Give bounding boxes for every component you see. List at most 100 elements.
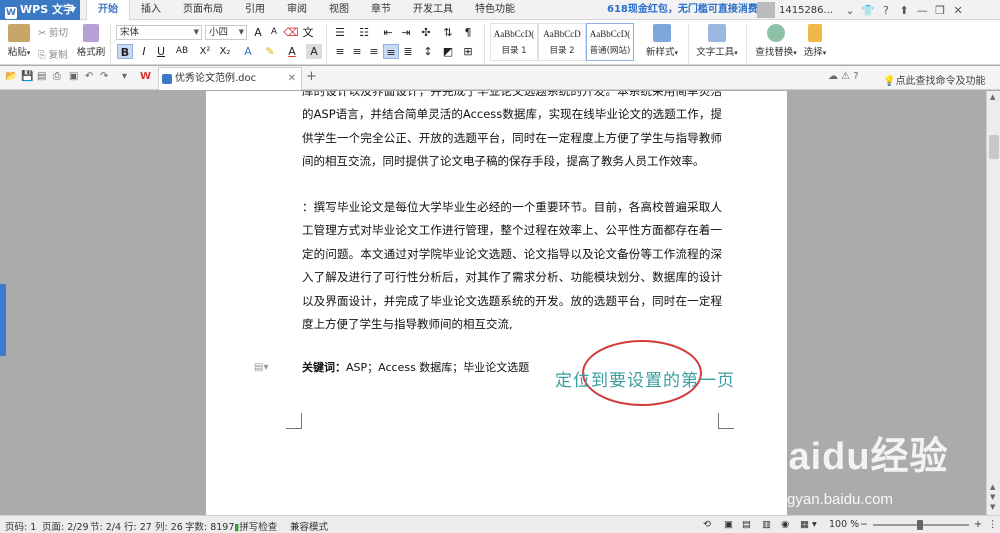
subscript-button[interactable]: X₂ [217,44,233,59]
tab-features[interactable]: 特色功能 [464,0,526,20]
status-menu-icon[interactable]: ⋮ [988,519,998,530]
close-icon[interactable]: ✕ [949,4,967,17]
numbered-list-icon[interactable]: ☷ [356,25,372,40]
text-tools-button[interactable]: 文字工具▾ [692,24,742,58]
scroll-up-icon[interactable]: ▲ [990,93,995,101]
next-page[interactable] [206,497,787,515]
tab-references[interactable]: 引用 [234,0,276,20]
align-center-icon[interactable]: ≡ [349,44,365,59]
sort-icon[interactable]: ⇅ [440,25,456,40]
zoom-value[interactable]: 100 % [829,519,859,530]
text-effect-icon[interactable]: A [240,44,256,59]
status-section[interactable]: 节: 2/4 [90,519,121,533]
cut-button[interactable]: ✂ 剪切 [38,25,68,39]
close-icon[interactable]: ✕ [288,68,296,90]
page-view-icon[interactable]: ▤ [742,519,751,530]
revision-icon[interactable]: ⟲ [703,519,711,530]
outline-view-icon[interactable]: ▦ [800,519,809,530]
phonetic-icon[interactable]: 文 [300,25,316,40]
find-replace-button[interactable]: 查找替换▾ [750,24,802,58]
user-name[interactable]: 1415286... [779,5,833,16]
border-icon[interactable]: ⊞ [460,44,476,59]
line-spacing-icon[interactable]: ↕ [420,44,436,59]
tab-page-layout[interactable]: 页面布局 [172,0,234,20]
align-left-icon[interactable]: ≡ [332,44,348,59]
tab-developer[interactable]: 开发工具 [402,0,464,20]
paragraph-2[interactable]: ：撰写毕业论文是每位大学毕业生必经的一个重要环节。目前，各高校普遍采取人工管理方… [302,196,722,336]
command-search[interactable]: 💡点此查找命令及功能 [883,72,985,87]
save-icon[interactable]: 💾 [21,71,33,82]
new-style-button[interactable]: 新样式▾ [640,24,684,58]
char-shading-icon[interactable]: A [306,44,322,59]
new-tab-icon[interactable]: + [306,69,317,84]
open-icon[interactable]: 📂 [5,71,17,82]
scroll-prev-page-icon[interactable]: ▲ [990,483,995,491]
avatar[interactable] [757,2,775,18]
bold-button[interactable]: B [117,44,133,59]
document-tab[interactable]: 优秀论文范例.doc ✕ [158,67,302,90]
show-marks-icon[interactable]: ¶ [460,25,476,40]
skin-icon[interactable]: 👕 [859,4,877,17]
select-button[interactable]: 选择▾ [800,24,830,58]
chevron-down-icon[interactable]: ▾ [122,71,127,82]
zoom-slider-handle[interactable] [917,520,923,530]
tab-insert[interactable]: 插入 [130,0,172,20]
cloud-icon[interactable]: ☁ ⚠ ? [828,71,859,82]
print-icon[interactable]: ⎙ [53,71,61,82]
read-mode-icon[interactable]: ▥ [762,519,771,530]
preview-icon[interactable]: ▣ [69,71,78,82]
chinese-layout-icon[interactable]: ✣ [418,25,434,40]
font-size-select[interactable]: 小四 ▼ [205,25,247,40]
tab-home[interactable]: 开始 [86,0,130,21]
format-painter-button[interactable]: 格式刷 [76,24,106,58]
help-icon[interactable]: ? [877,4,895,17]
redo-icon[interactable]: ↷ [100,71,108,82]
scroll-down-icon[interactable]: ▼ [990,503,995,511]
font-name-select[interactable]: 宋体 ▼ [116,25,202,40]
full-screen-icon[interactable]: ▣ [724,519,733,530]
copy-button[interactable]: ⎘ 复制 [38,47,68,61]
italic-button[interactable]: I [136,44,152,59]
style-normal-web[interactable]: AaBbCcD(普通(网站) [586,23,634,61]
wps-home-icon[interactable]: W [140,71,151,82]
grow-font-icon[interactable]: A [250,25,266,40]
status-row[interactable]: 行: 27 [124,519,152,533]
tab-section[interactable]: 章节 [360,0,402,20]
vertical-scrollbar[interactable]: ▲ ▲ ▼ ▼ [986,91,1000,515]
shrink-font-icon[interactable]: A [266,25,282,40]
keywords-line[interactable]: 关键词：ASP；Access 数据库；毕业论文选题 [302,359,529,375]
status-words[interactable]: 字数: 8197 [185,519,234,533]
scrollbar-thumb[interactable] [989,135,999,159]
superscript-button[interactable]: X² [197,44,213,59]
pdf-icon[interactable]: ▤ [37,71,46,82]
status-page[interactable]: 页面: 2/29 [42,519,89,533]
status-col[interactable]: 列: 26 [155,519,183,533]
style-toc1[interactable]: AaBbCcD(目录 1 [490,23,538,61]
restore-icon[interactable]: ❐ [931,4,949,17]
spell-check-button[interactable]: ▮拼写检查 [234,519,277,533]
paste-options-icon[interactable]: ▤▾ [254,362,268,373]
paste-button[interactable]: 粘贴▾ [5,24,33,58]
style-toc2[interactable]: AaBbCcD 目录 2 [538,23,586,61]
shading-icon[interactable]: ◩ [440,44,456,59]
align-right-icon[interactable]: ≡ [366,44,382,59]
web-view-icon[interactable]: ◉ [781,519,789,530]
side-panel-toggle[interactable] [0,284,6,356]
promo-link[interactable]: 618现金红包，无门槛可直接消费 [607,0,758,20]
paragraph-1[interactable]: 库的设计以及界面设计，并完成了毕业论文选题系统的开发。本系统采用简单灵活的ASP… [302,91,722,174]
strikethrough-button[interactable]: AB [172,44,192,59]
minimize-icon[interactable]: — [913,4,931,17]
underline-button[interactable]: U [153,44,169,59]
decrease-indent-icon[interactable]: ⇤ [380,25,396,40]
document-page[interactable]: 库的设计以及界面设计，并完成了毕业论文选题系统的开发。本系统采用简单灵活的ASP… [206,91,787,515]
bullet-list-icon[interactable]: ☰ [332,25,348,40]
zoom-in-icon[interactable]: + [974,519,982,530]
collapse-ribbon-icon[interactable]: ⬆ [895,4,913,17]
scroll-next-page-icon[interactable]: ▼ [990,493,995,501]
undo-icon[interactable]: ↶ [85,71,93,82]
font-color-icon[interactable]: A [284,44,300,59]
chevron-down-icon[interactable]: ▾ [812,519,817,530]
tab-view[interactable]: 视图 [318,0,360,20]
increase-indent-icon[interactable]: ⇥ [398,25,414,40]
clear-format-icon[interactable]: ⌫ [283,25,299,40]
